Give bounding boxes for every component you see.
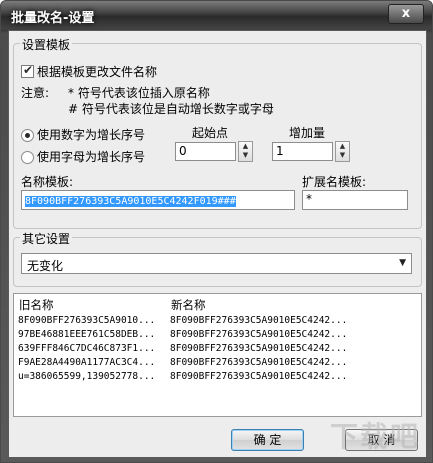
dropdown-arrow-icon[interactable]: ▼ [399,258,406,268]
radio-number-label: 使用数字为增长序号 [37,128,146,142]
new-name-cell: 8F090BFF276393C5A9010E5C4242... [170,315,348,326]
note-line-1: * 符号代表该位插入原名称 [68,86,210,100]
increment-spinner[interactable]: ▲ ▼ [335,141,350,162]
template-group: 设置模板 ✔ 根据模板更改文件名称 注意: * 符号代表该位插入原名称 # 符号… [13,36,422,229]
new-name-cell: 8F090BFF276393C5A9010E5C4242... [170,329,348,340]
name-template-value: 8F090BFF276393C5A9010E5C4242F019### [25,196,236,207]
use-template-label: 根据模板更改文件名称 [37,65,158,79]
spin-down-icon[interactable]: ▼ [336,151,349,160]
start-point-label: 起始点 [192,126,229,140]
dialog-client: 设置模板 ✔ 根据模板更改文件名称 注意: * 符号代表该位插入原名称 # 符号… [8,30,427,458]
name-template-input[interactable]: 8F090BFF276393C5A9010E5C4242F019### [21,190,295,210]
other-settings-select[interactable]: 无变化 ▼ [21,253,412,274]
old-name-cell: 8F090BFF276393C5A9010... [18,315,156,326]
radio-selected-dot [25,133,30,138]
note-line-2: # 符号代表该位是自动增长数字或字母 [68,102,274,116]
increment-input[interactable]: 1 [272,142,333,161]
spin-up-icon[interactable]: ▲ [336,142,349,151]
column-new-name: 新名称 [171,298,206,312]
ext-template-label: 扩展名模板: [302,175,367,189]
column-old-name: 旧名称 [19,298,54,312]
spin-up-icon[interactable]: ▲ [239,142,252,151]
use-template-checkbox[interactable]: ✔ [21,63,34,78]
radio-number-sequence[interactable] [21,129,34,142]
name-template-label: 名称模板: [21,175,74,189]
window-title: 批量改名-设置 [11,11,95,26]
old-name-cell: 97BE46881EEE761C58DEB... [18,329,156,340]
new-name-cell: 8F090BFF276393C5A9010E5C4242... [170,371,348,382]
other-settings-value: 无变化 [27,259,64,273]
radio-letter-sequence[interactable] [21,151,34,164]
close-icon: x [401,6,411,21]
start-point-input[interactable]: 0 [175,142,236,161]
checkmark-icon: ✔ [23,63,34,77]
old-name-cell: 639FFF846C7DC46C873F1... [18,343,156,354]
other-settings-title: 其它设置 [20,230,73,247]
old-name-cell: F9AE28A4490A1177AC3C4... [18,357,156,368]
new-name-cell: 8F090BFF276393C5A9010E5C4242... [170,357,348,368]
dialog-window: 批量改名-设置 x 设置模板 ✔ 根据模板更改文件名称 注意: * 符号代表该位… [0,0,433,463]
increment-label: 增加量 [289,126,326,140]
ok-button[interactable]: 确 定 [231,429,304,451]
note-label: 注意: [21,86,50,100]
spin-down-icon[interactable]: ▼ [239,151,252,160]
template-group-title: 设置模板 [20,36,73,53]
new-name-cell: 8F090BFF276393C5A9010E5C4242... [170,343,348,354]
ext-template-input[interactable]: * [302,190,408,210]
title-bar[interactable]: 批量改名-设置 x [1,1,432,29]
watermark: 下载吧 [329,420,420,453]
close-button[interactable]: x [388,4,424,24]
old-name-cell: u=386065599,139052778... [18,371,156,382]
other-settings-group: 其它设置 无变化 ▼ [13,230,422,287]
radio-letter-label: 使用字母为增长序号 [37,150,146,164]
preview-list[interactable]: 旧名称 新名称 8F090BFF276393C5A9010... 8F090BF… [13,293,422,417]
start-point-spinner[interactable]: ▲ ▼ [238,141,253,162]
